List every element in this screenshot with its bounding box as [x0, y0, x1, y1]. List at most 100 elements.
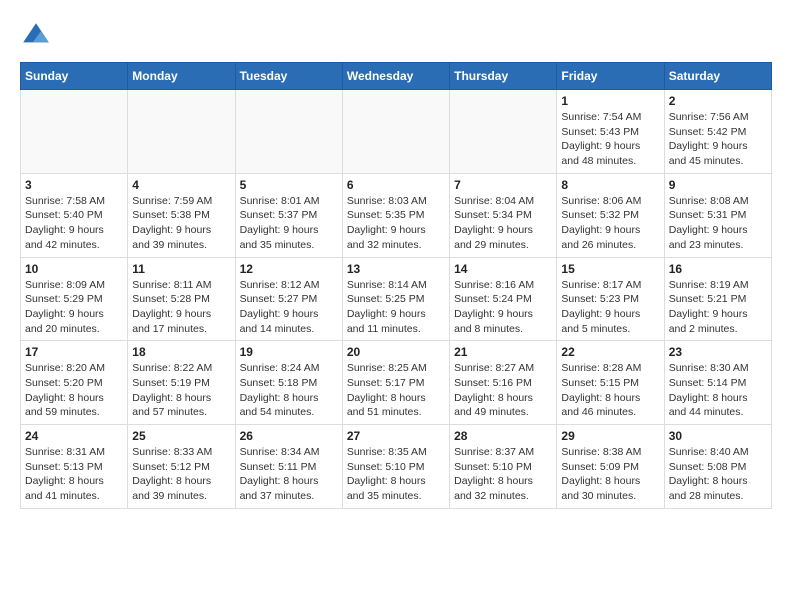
- calendar-cell: 16 Sunrise: 8:19 AMSunset: 5:21 PMDayligh…: [664, 257, 771, 341]
- weekday-header: Tuesday: [235, 63, 342, 90]
- day-info: Sunrise: 8:40 AMSunset: 5:08 PMDaylight:…: [669, 445, 767, 504]
- day-info: Sunrise: 8:22 AMSunset: 5:19 PMDaylight:…: [132, 361, 230, 420]
- day-info: Sunrise: 8:11 AMSunset: 5:28 PMDaylight:…: [132, 278, 230, 337]
- day-number: 6: [347, 178, 445, 192]
- day-info: Sunrise: 8:12 AMSunset: 5:27 PMDaylight:…: [240, 278, 338, 337]
- calendar-cell: 15 Sunrise: 8:17 AMSunset: 5:23 PMDayligh…: [557, 257, 664, 341]
- day-number: 17: [25, 345, 123, 359]
- day-info: Sunrise: 8:37 AMSunset: 5:10 PMDaylight:…: [454, 445, 552, 504]
- day-number: 23: [669, 345, 767, 359]
- calendar-cell: 2 Sunrise: 7:56 AMSunset: 5:42 PMDaylight…: [664, 90, 771, 174]
- day-info: Sunrise: 8:14 AMSunset: 5:25 PMDaylight:…: [347, 278, 445, 337]
- calendar-cell: 22 Sunrise: 8:28 AMSunset: 5:15 PMDayligh…: [557, 341, 664, 425]
- calendar-cell: 9 Sunrise: 8:08 AMSunset: 5:31 PMDaylight…: [664, 173, 771, 257]
- day-number: 25: [132, 429, 230, 443]
- weekday-header-row: SundayMondayTuesdayWednesdayThursdayFrid…: [21, 63, 772, 90]
- calendar-week-row: 17 Sunrise: 8:20 AMSunset: 5:20 PMDayligh…: [21, 341, 772, 425]
- day-info: Sunrise: 8:34 AMSunset: 5:11 PMDaylight:…: [240, 445, 338, 504]
- calendar: SundayMondayTuesdayWednesdayThursdayFrid…: [20, 62, 772, 509]
- day-number: 19: [240, 345, 338, 359]
- day-number: 28: [454, 429, 552, 443]
- weekday-header: Monday: [128, 63, 235, 90]
- calendar-cell: 5Sunrise: 8:01 AMSunset: 5:37 PMDaylight…: [235, 173, 342, 257]
- day-info: Sunrise: 8:16 AMSunset: 5:24 PMDaylight:…: [454, 278, 552, 337]
- day-number: 26: [240, 429, 338, 443]
- weekday-header: Thursday: [450, 63, 557, 90]
- calendar-cell: 29 Sunrise: 8:38 AMSunset: 5:09 PMDayligh…: [557, 425, 664, 509]
- day-info: Sunrise: 8:28 AMSunset: 5:15 PMDaylight:…: [561, 361, 659, 420]
- day-number: 8: [561, 178, 659, 192]
- day-info: Sunrise: 8:20 AMSunset: 5:20 PMDaylight:…: [25, 361, 123, 420]
- calendar-cell: 26 Sunrise: 8:34 AMSunset: 5:11 PMDayligh…: [235, 425, 342, 509]
- day-number: 27: [347, 429, 445, 443]
- weekday-header: Friday: [557, 63, 664, 90]
- day-info: Sunrise: 8:09 AMSunset: 5:29 PMDaylight:…: [25, 278, 123, 337]
- calendar-cell: 17 Sunrise: 8:20 AMSunset: 5:20 PMDayligh…: [21, 341, 128, 425]
- day-info: Sunrise: 8:17 AMSunset: 5:23 PMDaylight:…: [561, 278, 659, 337]
- calendar-cell: 18Sunrise: 8:22 AMSunset: 5:19 PMDayligh…: [128, 341, 235, 425]
- day-number: 21: [454, 345, 552, 359]
- day-info: Sunrise: 8:31 AMSunset: 5:13 PMDaylight:…: [25, 445, 123, 504]
- calendar-cell: 19 Sunrise: 8:24 AMSunset: 5:18 PMDayligh…: [235, 341, 342, 425]
- calendar-week-row: 3 Sunrise: 7:58 AMSunset: 5:40 PMDaylight…: [21, 173, 772, 257]
- calendar-cell: 1 Sunrise: 7:54 AMSunset: 5:43 PMDaylight…: [557, 90, 664, 174]
- weekday-header: Sunday: [21, 63, 128, 90]
- day-number: 11: [132, 262, 230, 276]
- day-number: 4: [132, 178, 230, 192]
- day-info: Sunrise: 8:01 AMSunset: 5:37 PMDaylight:…: [240, 194, 338, 253]
- day-info: Sunrise: 8:35 AMSunset: 5:10 PMDaylight:…: [347, 445, 445, 504]
- day-number: 7: [454, 178, 552, 192]
- day-number: 24: [25, 429, 123, 443]
- day-info: Sunrise: 8:27 AMSunset: 5:16 PMDaylight:…: [454, 361, 552, 420]
- day-number: 30: [669, 429, 767, 443]
- day-info: Sunrise: 8:30 AMSunset: 5:14 PMDaylight:…: [669, 361, 767, 420]
- calendar-cell: 27 Sunrise: 8:35 AMSunset: 5:10 PMDayligh…: [342, 425, 449, 509]
- day-info: Sunrise: 8:38 AMSunset: 5:09 PMDaylight:…: [561, 445, 659, 504]
- day-info: Sunrise: 8:08 AMSunset: 5:31 PMDaylight:…: [669, 194, 767, 253]
- day-info: Sunrise: 7:59 AMSunset: 5:38 PMDaylight:…: [132, 194, 230, 253]
- day-info: Sunrise: 8:24 AMSunset: 5:18 PMDaylight:…: [240, 361, 338, 420]
- calendar-cell: [21, 90, 128, 174]
- calendar-cell: 30 Sunrise: 8:40 AMSunset: 5:08 PMDayligh…: [664, 425, 771, 509]
- day-info: Sunrise: 8:19 AMSunset: 5:21 PMDaylight:…: [669, 278, 767, 337]
- day-number: 14: [454, 262, 552, 276]
- calendar-cell: 3 Sunrise: 7:58 AMSunset: 5:40 PMDaylight…: [21, 173, 128, 257]
- day-number: 20: [347, 345, 445, 359]
- calendar-cell: 11 Sunrise: 8:11 AMSunset: 5:28 PMDayligh…: [128, 257, 235, 341]
- day-info: Sunrise: 7:56 AMSunset: 5:42 PMDaylight:…: [669, 110, 767, 169]
- calendar-cell: 12 Sunrise: 8:12 AMSunset: 5:27 PMDayligh…: [235, 257, 342, 341]
- calendar-cell: 28 Sunrise: 8:37 AMSunset: 5:10 PMDayligh…: [450, 425, 557, 509]
- day-info: Sunrise: 7:58 AMSunset: 5:40 PMDaylight:…: [25, 194, 123, 253]
- calendar-cell: 8Sunrise: 8:06 AMSunset: 5:32 PMDaylight…: [557, 173, 664, 257]
- weekday-header: Wednesday: [342, 63, 449, 90]
- calendar-week-row: 24 Sunrise: 8:31 AMSunset: 5:13 PMDayligh…: [21, 425, 772, 509]
- logo-icon: [20, 20, 52, 52]
- day-number: 29: [561, 429, 659, 443]
- calendar-cell: [235, 90, 342, 174]
- day-number: 3: [25, 178, 123, 192]
- day-number: 12: [240, 262, 338, 276]
- day-number: 15: [561, 262, 659, 276]
- day-info: Sunrise: 8:04 AMSunset: 5:34 PMDaylight:…: [454, 194, 552, 253]
- calendar-cell: 7 Sunrise: 8:04 AMSunset: 5:34 PMDaylight…: [450, 173, 557, 257]
- day-number: 22: [561, 345, 659, 359]
- day-number: 9: [669, 178, 767, 192]
- calendar-cell: 21 Sunrise: 8:27 AMSunset: 5:16 PMDayligh…: [450, 341, 557, 425]
- day-info: Sunrise: 8:03 AMSunset: 5:35 PMDaylight:…: [347, 194, 445, 253]
- day-number: 16: [669, 262, 767, 276]
- calendar-cell: 14 Sunrise: 8:16 AMSunset: 5:24 PMDayligh…: [450, 257, 557, 341]
- day-number: 2: [669, 94, 767, 108]
- calendar-cell: 4 Sunrise: 7:59 AMSunset: 5:38 PMDaylight…: [128, 173, 235, 257]
- day-number: 10: [25, 262, 123, 276]
- day-info: Sunrise: 7:54 AMSunset: 5:43 PMDaylight:…: [561, 110, 659, 169]
- calendar-cell: 23 Sunrise: 8:30 AMSunset: 5:14 PMDayligh…: [664, 341, 771, 425]
- page-header: [20, 20, 772, 52]
- calendar-cell: 10 Sunrise: 8:09 AMSunset: 5:29 PMDayligh…: [21, 257, 128, 341]
- calendar-cell: 24 Sunrise: 8:31 AMSunset: 5:13 PMDayligh…: [21, 425, 128, 509]
- day-number: 1: [561, 94, 659, 108]
- calendar-cell: 6 Sunrise: 8:03 AMSunset: 5:35 PMDaylight…: [342, 173, 449, 257]
- weekday-header: Saturday: [664, 63, 771, 90]
- day-info: Sunrise: 8:25 AMSunset: 5:17 PMDaylight:…: [347, 361, 445, 420]
- calendar-cell: [450, 90, 557, 174]
- calendar-cell: 20 Sunrise: 8:25 AMSunset: 5:17 PMDayligh…: [342, 341, 449, 425]
